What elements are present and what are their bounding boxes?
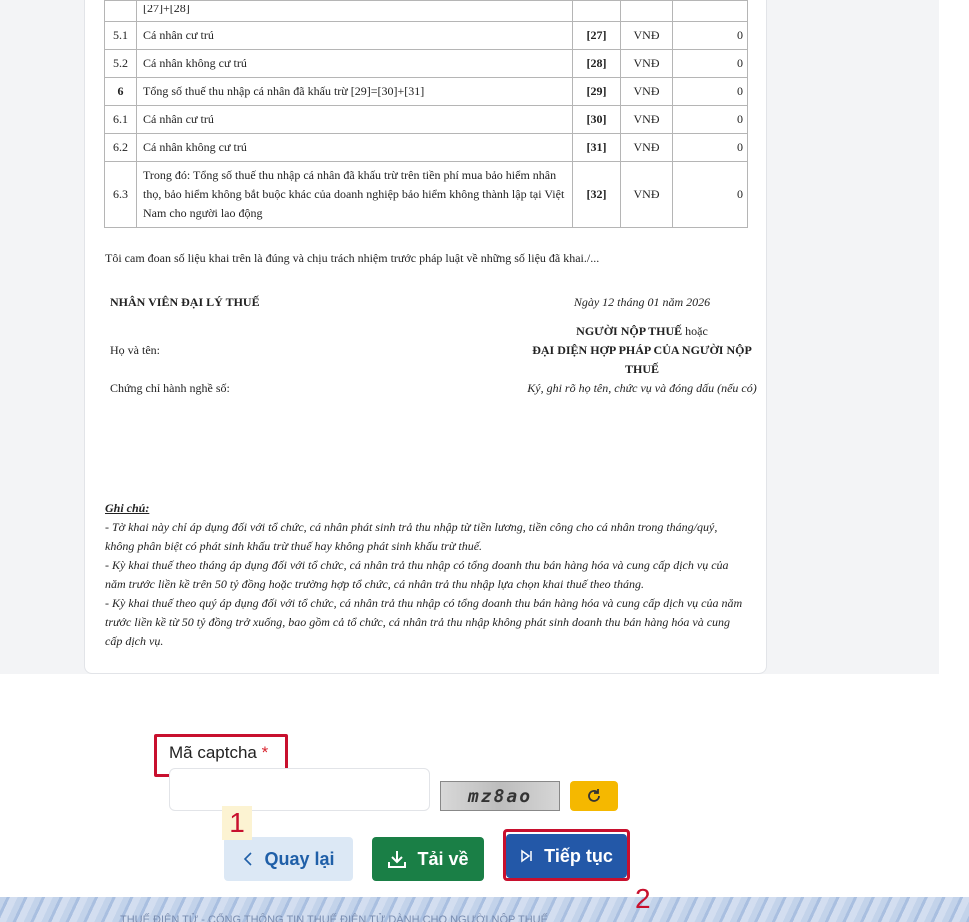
- download-icon: [387, 849, 407, 869]
- table-row: 6 Tổng số thuế thu nhập cá nhân đã khấu …: [104, 77, 748, 106]
- back-label: Quay lại: [264, 848, 335, 869]
- row-value: 0: [672, 77, 748, 106]
- row-unit: VNĐ: [620, 105, 673, 134]
- name-label: Họ và tên:: [110, 343, 160, 357]
- annotation-2: 2: [635, 883, 651, 914]
- next-button[interactable]: Tiếp tục: [506, 834, 627, 878]
- row-desc: [27]+[28]: [143, 4, 190, 15]
- row-code: [32]: [572, 161, 621, 228]
- row-unit: VNĐ: [620, 21, 673, 50]
- required-mark: *: [261, 743, 269, 762]
- download-label: Tải về: [417, 848, 469, 869]
- taxpayer-or: hoặc: [685, 324, 708, 338]
- note-item: - Kỳ khai thuế theo quý áp dụng đối với …: [105, 596, 743, 648]
- row-value: 0: [672, 21, 748, 50]
- row-value: 0: [672, 161, 748, 228]
- signature-date: Ngày 12 tháng 01 năm 2026: [573, 295, 711, 309]
- refresh-captcha-button[interactable]: [570, 781, 618, 811]
- chevron-left-icon: [242, 851, 254, 867]
- row-code: [27]: [572, 21, 621, 50]
- row-stt: 6.1: [104, 105, 137, 134]
- row-stt: 5.1: [104, 21, 137, 50]
- row-stt: 5.2: [104, 49, 137, 78]
- row-value: 0: [672, 133, 748, 162]
- commitment-text: Tôi cam đoan số liệu khai trên là đúng v…: [105, 251, 600, 265]
- refresh-icon: [588, 789, 600, 802]
- table-row: 5.1 Cá nhân cư trú [27] VNĐ 0: [104, 21, 748, 50]
- table-row: 5.2 Cá nhân không cư trú [28] VNĐ 0: [104, 49, 748, 78]
- cert-label: Chứng chỉ hành nghề số:: [110, 381, 230, 395]
- right-strip: [939, 0, 969, 674]
- next-icon: [520, 849, 534, 863]
- annotation-1: 1: [222, 806, 252, 840]
- row-value: 0: [672, 49, 748, 78]
- row-desc: Tổng số thuế thu nhập cá nhân đã khấu tr…: [136, 77, 573, 106]
- row-unit: VNĐ: [620, 49, 673, 78]
- row-stt: 6.2: [104, 133, 137, 162]
- note-item: - Kỳ khai thuế theo tháng áp dụng đối vớ…: [105, 558, 729, 591]
- notes-title: Ghi chú:: [105, 501, 150, 515]
- agent-title: NHÂN VIÊN ĐẠI LÝ THUẾ: [110, 295, 260, 309]
- table-row: [27]+[28]: [104, 0, 748, 22]
- footer-text: THUẾ ĐIỆN TỬ - CỔNG THÔNG TIN THUẾ ĐIỆN …: [120, 914, 548, 922]
- row-desc: Trong đó: Tổng số thuế thu nhập cá nhân …: [136, 161, 573, 228]
- captcha-input[interactable]: [169, 768, 430, 811]
- row-stt: 6: [104, 77, 137, 106]
- download-button[interactable]: Tải về: [372, 837, 484, 881]
- notes-section: Ghi chú: - Tờ khai này chỉ áp dụng đối v…: [105, 499, 745, 651]
- taxpayer-title: NGƯỜI NỘP THUẾ: [576, 324, 683, 338]
- table-row: 6.1 Cá nhân cư trú [30] VNĐ 0: [104, 105, 748, 134]
- row-desc: Cá nhân cư trú: [136, 21, 573, 50]
- table-row: 6.2 Cá nhân không cư trú [31] VNĐ 0: [104, 133, 748, 162]
- taxpayer-signature-block: NGƯỜI NỘP THUẾ hoặc ĐẠI DIỆN HỢP PHÁP CỦ…: [522, 322, 762, 398]
- row-code: [29]: [572, 77, 621, 106]
- captcha-label: Mã captcha *: [169, 743, 269, 762]
- row-code: [30]: [572, 105, 621, 134]
- row-code: [28]: [572, 49, 621, 78]
- row-unit: VNĐ: [620, 133, 673, 162]
- row-unit: VNĐ: [620, 77, 673, 106]
- row-desc: Cá nhân cư trú: [136, 105, 573, 134]
- row-unit: VNĐ: [620, 161, 673, 228]
- row-code: [31]: [572, 133, 621, 162]
- note-item: - Tờ khai này chỉ áp dụng đối với tổ chứ…: [105, 520, 718, 553]
- row-desc: Cá nhân không cư trú: [136, 133, 573, 162]
- captcha-image: mz8ao: [440, 781, 560, 811]
- row-stt: 6.3: [104, 161, 137, 228]
- legal-rep-title: ĐẠI DIỆN HỢP PHÁP CỦA NGƯỜI NỘP THUẾ: [532, 343, 752, 376]
- row-value: 0: [672, 105, 748, 134]
- table-row: 6.3 Trong đó: Tổng số thuế thu nhập cá n…: [104, 161, 748, 228]
- back-button[interactable]: Quay lại: [224, 837, 353, 881]
- tax-table: [27]+[28] 5.1 Cá nhân cư trú [27] VNĐ 0 …: [104, 0, 748, 228]
- row-desc: Cá nhân không cư trú: [136, 49, 573, 78]
- sign-note: Ký, ghi rõ họ tên, chức vụ và đóng dấu (…: [527, 381, 757, 395]
- next-label: Tiếp tục: [544, 845, 613, 866]
